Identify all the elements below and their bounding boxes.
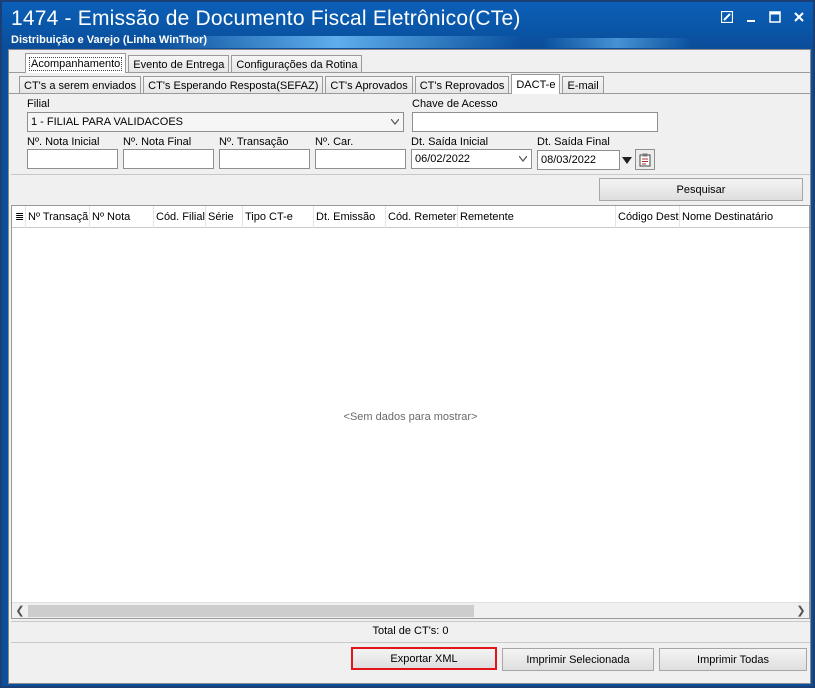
scroll-left-icon[interactable]: ❮ [12,603,28,619]
tab-email[interactable]: E-mail [562,76,604,94]
tab-evento-entrega[interactable]: Evento de Entrega [128,55,230,73]
dt-final-dropdown[interactable] [621,150,633,170]
col-header-cod-remetente[interactable]: Cód. Remeter [386,206,458,228]
tab-configuracoes[interactable]: Configurações da Rotina [231,55,363,73]
nota-inicial-label: Nº. Nota Inicial [27,136,100,148]
empty-message: <Sem dados para mostrar> [343,411,478,423]
clipboard-icon [639,153,651,166]
scroll-thumb[interactable] [28,605,474,617]
transacao-field[interactable] [219,149,310,169]
maximize-icon[interactable] [767,9,783,25]
col-header-cod-filial[interactable]: Cód. Filial [154,206,206,228]
results-grid[interactable]: ≣ Nº Transaçã Nº Nota Cód. Filial Série … [11,205,810,619]
tab-cts-aprovados[interactable]: CT's Aprovados [325,76,413,94]
column-chooser-icon[interactable]: ≣ [12,206,26,228]
chave-acesso-field[interactable] [412,112,658,132]
close-icon[interactable] [791,9,807,25]
dt-final-field[interactable]: 08/03/2022 [537,150,620,170]
grid-header: ≣ Nº Transaçã Nº Nota Cód. Filial Série … [12,206,809,228]
car-field[interactable] [315,149,406,169]
filial-select[interactable]: 1 - FILIAL PARA VALIDACOES [27,112,404,132]
dt-inicial-label: Dt. Saída Inicial [411,136,489,148]
window-title: 1474 - Emissão de Documento Fiscal Eletr… [11,7,521,30]
col-header-nome-destinatario[interactable]: Nome Destinatário [680,206,809,228]
app-window: 1474 - Emissão de Documento Fiscal Eletr… [0,0,815,688]
edit-icon[interactable] [719,9,735,25]
sub-tab-strip: CT's a serem enviados CT's Esperando Res… [19,74,606,94]
total-cts: Total de CT's: 0 [372,625,449,637]
window-subtitle: Distribuição e Varejo (Linha WinThor) [11,34,208,46]
client-area: Acompanhamento Evento de Entrega Configu… [8,49,811,684]
main-tab-strip: Acompanhamento Evento de Entrega Configu… [25,53,364,73]
minimize-icon[interactable] [743,9,759,25]
horizontal-scrollbar[interactable]: ❮ ❯ [12,602,809,618]
imprimir-selecionada-button[interactable]: Imprimir Selecionada [502,648,654,671]
tab-acompanhamento[interactable]: Acompanhamento [25,53,127,73]
tab-cts-enviados[interactable]: CT's a serem enviados [19,76,142,94]
col-header-serie[interactable]: Série [206,206,243,228]
scroll-right-icon[interactable]: ❯ [793,603,809,619]
tab-dacte[interactable]: DACT-e [511,74,561,94]
chevron-down-icon [391,119,399,125]
chevron-down-icon[interactable] [519,156,527,162]
car-label: Nº. Car. [315,136,354,148]
col-header-dt-emissao[interactable]: Dt. Emissão [314,206,386,228]
nota-final-field[interactable] [123,149,214,169]
nota-inicial-field[interactable] [27,149,118,169]
filial-label: Filial [27,98,50,110]
col-header-remetente[interactable]: Remetente [458,206,616,228]
calendar-button[interactable] [635,149,655,170]
col-header-tipo-cte[interactable]: Tipo CT-e [243,206,314,228]
title-bar: 1474 - Emissão de Documento Fiscal Eletr… [2,2,813,48]
col-header-nota[interactable]: Nº Nota [90,206,154,228]
col-header-codigo-dest[interactable]: Código Dest [616,206,680,228]
transacao-label: Nº. Transação [219,136,289,148]
imprimir-todas-button[interactable]: Imprimir Todas [659,648,807,671]
dt-inicial-field[interactable]: 06/02/2022 [411,149,532,169]
chave-label: Chave de Acesso [412,98,498,110]
tab-cts-reprovados[interactable]: CT's Reprovados [414,76,510,94]
dt-final-label: Dt. Saída Final [537,136,610,148]
tab-cts-esperando[interactable]: CT's Esperando Resposta(SEFAZ) [143,76,324,94]
nota-final-label: Nº. Nota Final [123,136,192,148]
col-header-transacao[interactable]: Nº Transaçã [26,206,90,228]
exportar-xml-button[interactable]: Exportar XML [351,647,497,670]
pesquisar-button[interactable]: Pesquisar [599,178,803,201]
triangle-down-icon [622,156,632,164]
